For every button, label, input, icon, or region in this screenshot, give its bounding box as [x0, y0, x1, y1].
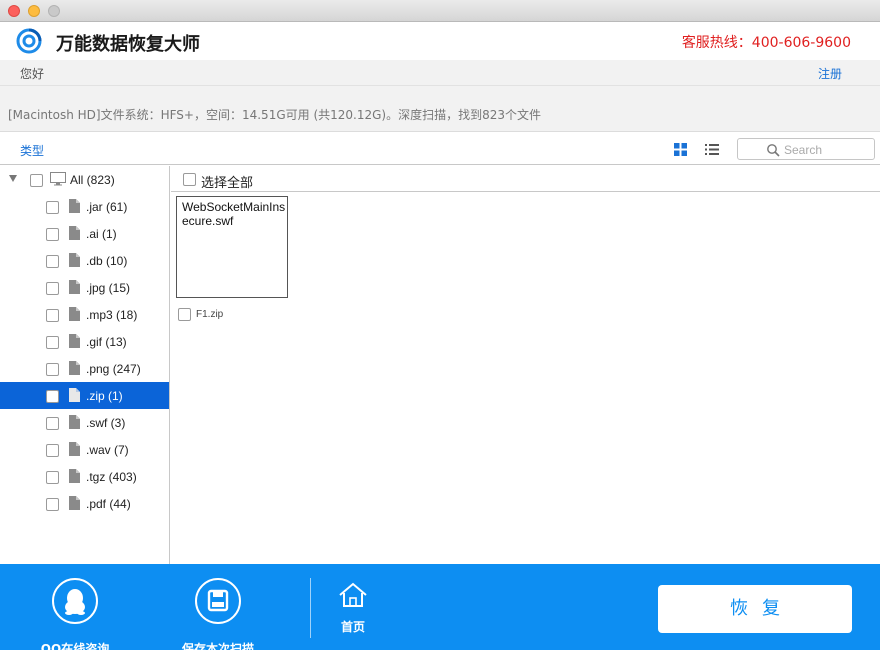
tree-item-label: .tgz (403): [86, 470, 137, 484]
checkbox-all[interactable]: [30, 174, 43, 187]
computer-icon: [50, 172, 66, 186]
disclosure-triangle-icon[interactable]: [9, 175, 17, 182]
tree-item-gif[interactable]: .gif (13): [0, 328, 169, 355]
file-icon: [69, 334, 80, 348]
save-scan-button[interactable]: 保存本次扫描: [172, 578, 264, 650]
file-icon: [69, 280, 80, 294]
bottom-action-bar: QQ在线咨询 保存本次扫描 首页 恢复: [0, 564, 880, 650]
select-all-label[interactable]: 选择全部: [201, 172, 253, 191]
scan-info-bar: [Macintosh HD]文件系统：HFS+，空间：14.51G可用 (共12…: [0, 86, 880, 131]
file-type-tree: All (823) .jar (61) .ai (1) .db (10) .jp…: [0, 166, 170, 564]
tree-item-swf[interactable]: .swf (3): [0, 409, 169, 436]
checkbox-tgz[interactable]: [46, 471, 59, 484]
file-icon: [69, 415, 80, 429]
checkbox-jar[interactable]: [46, 201, 59, 214]
select-all-checkbox[interactable]: [183, 173, 196, 186]
minimize-window-button[interactable]: [28, 5, 40, 17]
grid-view-icon[interactable]: [674, 143, 687, 156]
file-checkbox[interactable]: [178, 308, 191, 321]
checkbox-mp3[interactable]: [46, 309, 59, 322]
file-icon: [69, 199, 80, 213]
save-scan-label: 保存本次扫描: [181, 642, 254, 650]
recover-button[interactable]: 恢复: [658, 585, 852, 633]
checkbox-db[interactable]: [46, 255, 59, 268]
tree-item-tgz[interactable]: .tgz (403): [0, 463, 169, 490]
file-icon: [69, 307, 80, 321]
tree-item-mp3[interactable]: .mp3 (18): [0, 301, 169, 328]
app-header: 万能数据恢复大师 客服热线：400-606-9600: [0, 22, 880, 60]
file-name[interactable]: F1.zip: [196, 309, 223, 320]
register-link[interactable]: 注册: [818, 65, 842, 82]
tree-item-db[interactable]: .db (10): [0, 247, 169, 274]
bottom-divider: [310, 578, 311, 638]
tree-item-label: .mp3 (18): [86, 308, 138, 322]
tree-item-pdf[interactable]: .pdf (44): [0, 490, 169, 517]
file-icon: [69, 496, 80, 510]
zoom-window-button[interactable]: [48, 5, 60, 17]
home-icon: [339, 582, 367, 607]
support-hotline: 客服热线：400-606-9600: [681, 35, 851, 51]
qq-icon: [52, 578, 98, 624]
tree-item-label: .ai (1): [86, 227, 117, 241]
checkbox-zip[interactable]: [46, 390, 59, 403]
checkbox-wav[interactable]: [46, 444, 59, 457]
greeting-bar: 您好 注册: [0, 60, 880, 86]
file-icon: [69, 361, 80, 375]
checkbox-png[interactable]: [46, 363, 59, 376]
tree-item-label: .db (10): [86, 254, 128, 268]
home-label: 首页: [340, 620, 365, 634]
checkbox-pdf[interactable]: [46, 498, 59, 511]
close-window-button[interactable]: [8, 5, 20, 17]
tree-item-label: .swf (3): [86, 416, 126, 430]
file-icon: [69, 226, 80, 240]
checkbox-swf[interactable]: [46, 417, 59, 430]
toolbar: 类型: [0, 131, 880, 165]
search-box[interactable]: [737, 138, 875, 160]
qq-consult-button[interactable]: QQ在线咨询: [34, 578, 116, 650]
tree-item-label: .jpg (15): [86, 281, 131, 295]
tree-item-jpg[interactable]: .jpg (15): [0, 274, 169, 301]
tree-item-ai[interactable]: .ai (1): [0, 220, 169, 247]
file-icon: [69, 469, 80, 483]
file-icon: [69, 253, 80, 267]
title-bar: [0, 0, 880, 22]
file-icon: [69, 442, 80, 456]
tree-root-label: All (823): [70, 173, 115, 187]
app-title: 万能数据恢复大师: [56, 34, 200, 55]
checkbox-ai[interactable]: [46, 228, 59, 241]
tree-item-label: .png (247): [86, 362, 141, 376]
tree-item-jar[interactable]: .jar (61): [0, 193, 169, 220]
file-icon: [69, 388, 80, 402]
tree-item-label: .pdf (44): [86, 497, 131, 511]
search-icon: [767, 144, 780, 157]
tree-item-png[interactable]: .png (247): [0, 355, 169, 382]
select-all-bar: 选择全部: [171, 166, 880, 192]
tree-item-zip[interactable]: .zip (1): [0, 382, 169, 409]
checkbox-jpg[interactable]: [46, 282, 59, 295]
tree-root-all[interactable]: All (823): [0, 166, 169, 193]
tree-item-wav[interactable]: .wav (7): [0, 436, 169, 463]
home-button[interactable]: 首页: [332, 582, 374, 638]
app-window: 万能数据恢复大师 客服热线：400-606-9600 您好 注册 [Macint…: [0, 0, 880, 650]
tab-type[interactable]: 类型: [20, 142, 44, 159]
app-logo-icon: [16, 28, 42, 54]
greeting-text: 您好: [20, 67, 45, 81]
tree-item-label: .jar (61): [86, 200, 128, 214]
tree-item-label: .gif (13): [86, 335, 127, 349]
qq-consult-label: QQ在线咨询: [40, 642, 110, 650]
list-view-icon[interactable]: [705, 143, 719, 156]
save-disk-icon: [195, 578, 241, 624]
tree-item-label: .zip (1): [86, 389, 123, 403]
file-browser: 选择全部 WebSocketMainInsecure.swf F1.zip: [171, 166, 880, 564]
search-input[interactable]: [784, 141, 872, 158]
file-preview-tile[interactable]: WebSocketMainInsecure.swf: [176, 196, 288, 298]
file-preview-text: WebSocketMainInsecure.swf: [182, 200, 286, 228]
scan-summary: [Macintosh HD]文件系统：HFS+，空间：14.51G可用 (共12…: [8, 108, 542, 122]
tree-item-label: .wav (7): [86, 443, 129, 457]
checkbox-gif[interactable]: [46, 336, 59, 349]
